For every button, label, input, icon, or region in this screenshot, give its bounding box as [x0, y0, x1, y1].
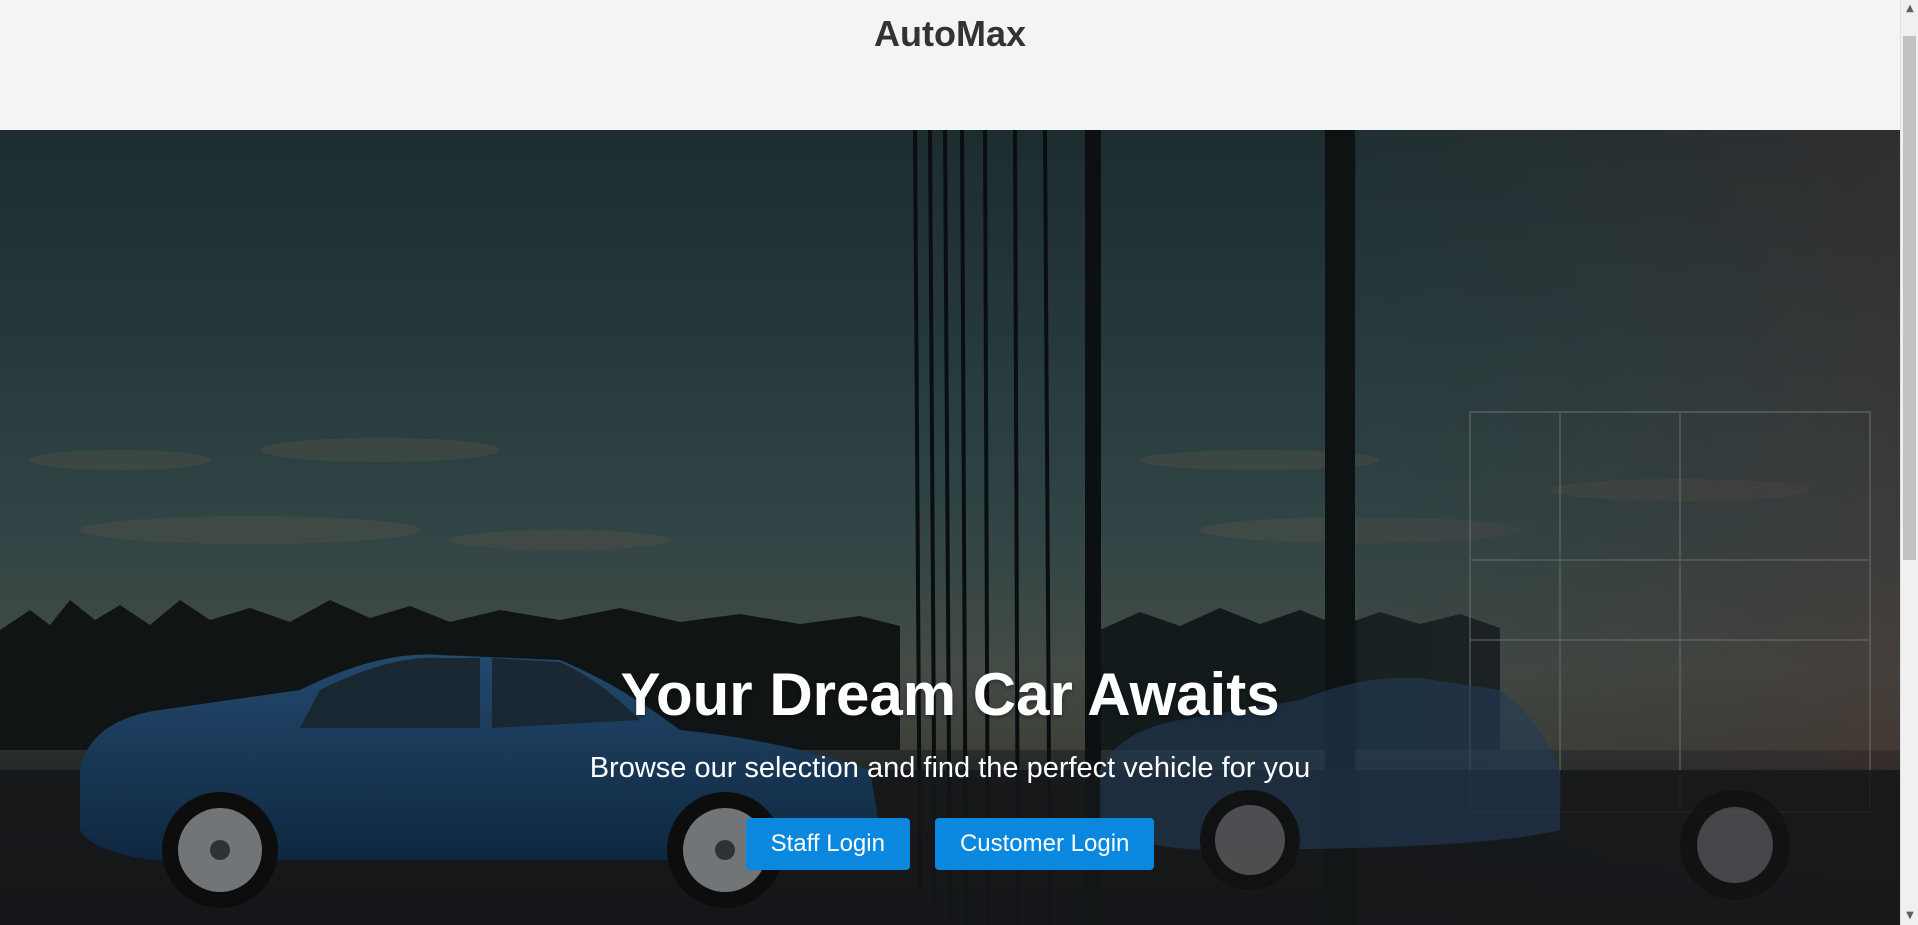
scroll-down-arrow-icon[interactable]: ▼ [1901, 907, 1918, 925]
hero-section: Your Dream Car Awaits Browse our selecti… [0, 130, 1900, 925]
page: AutoMax Your Dream Car Awaits Browse our… [0, 0, 1918, 925]
brand-logo[interactable]: AutoMax [0, 12, 1900, 56]
site-header: AutoMax [0, 0, 1900, 130]
customer-login-button[interactable]: Customer Login [934, 818, 1155, 870]
hero-title: Your Dream Car Awaits [620, 661, 1280, 728]
scroll-up-arrow-icon[interactable]: ▲ [1901, 0, 1918, 18]
hero-subtitle: Browse our selection and find the perfec… [589, 752, 1311, 784]
vertical-scrollbar[interactable]: ▲ ▼ [1900, 0, 1918, 925]
hero-buttons: Staff Login Customer Login [0, 818, 1900, 870]
staff-login-button[interactable]: Staff Login [745, 818, 910, 870]
scroll-thumb[interactable] [1903, 36, 1916, 560]
hero-content: Your Dream Car Awaits Browse our selecti… [0, 660, 1900, 870]
